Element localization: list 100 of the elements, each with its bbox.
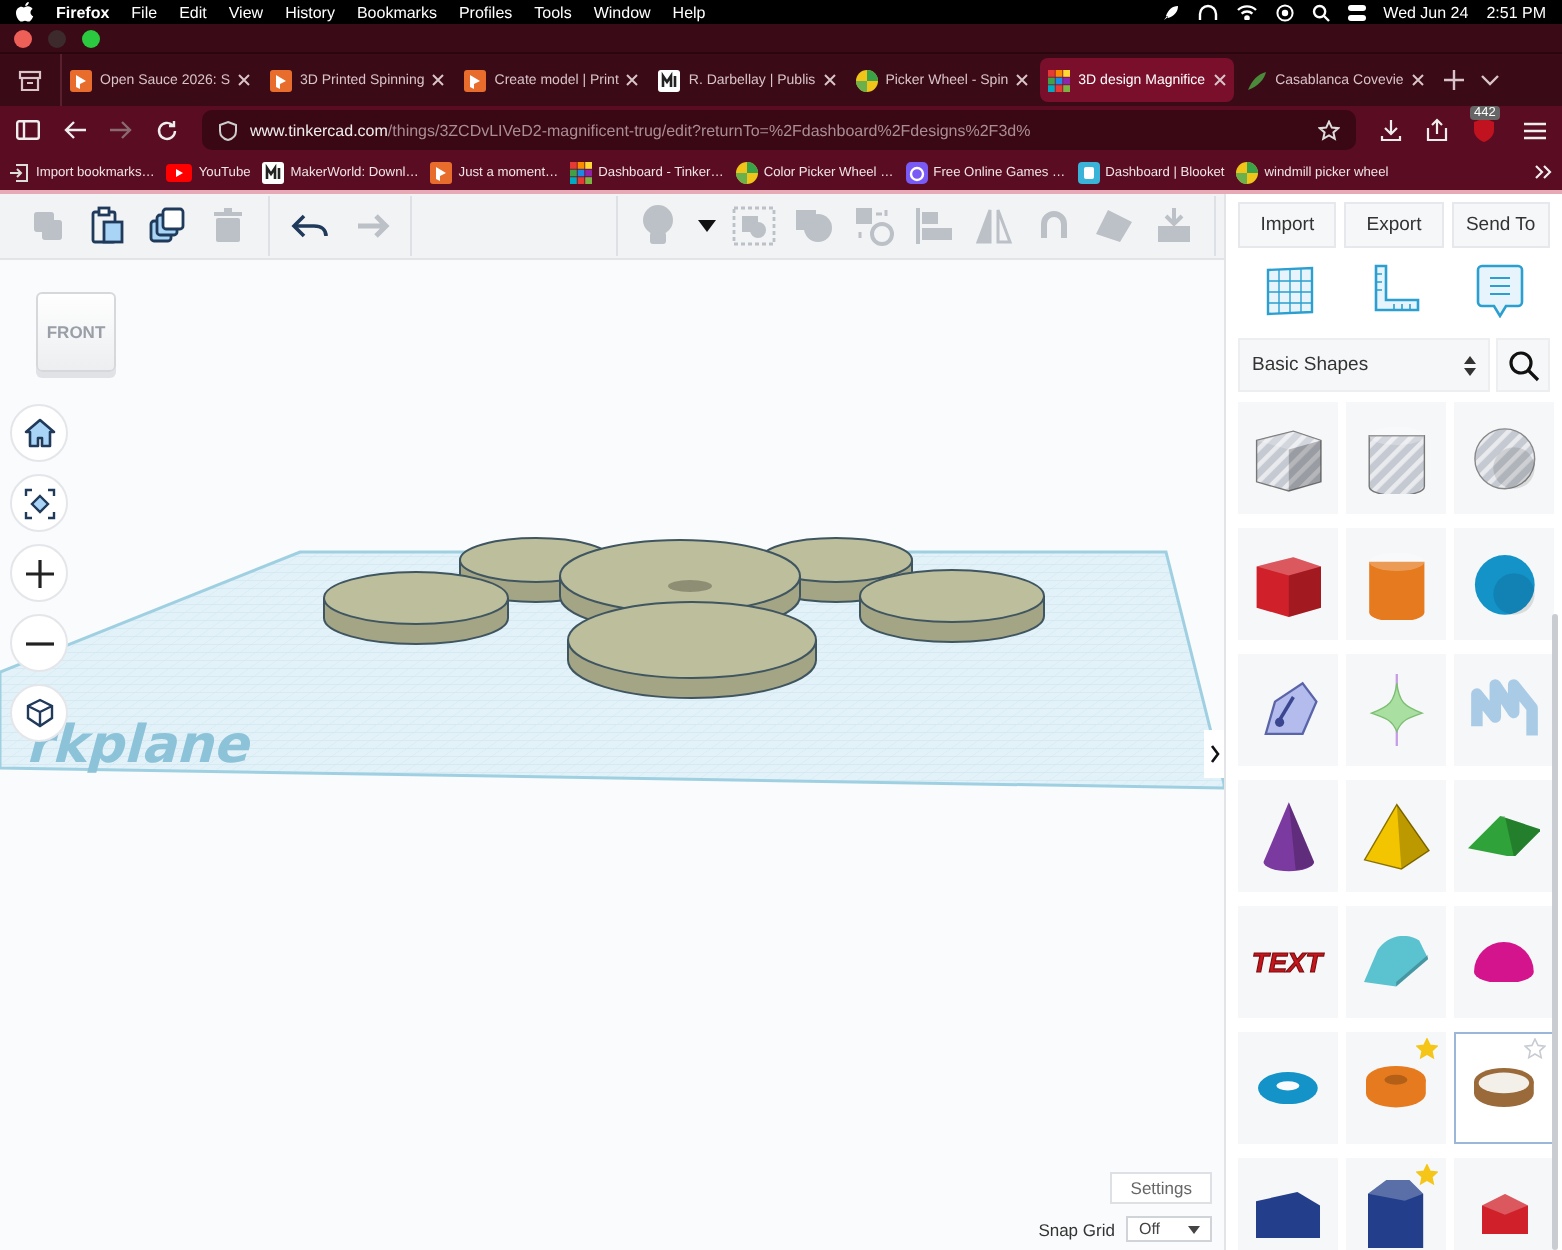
- caret-icon: [697, 220, 715, 232]
- new-tab-icon[interactable]: [1443, 70, 1464, 90]
- blooket-favicon-icon: [1077, 161, 1100, 183]
- settings-button[interactable]: Settings: [1110, 1172, 1212, 1204]
- close-tab-icon[interactable]: [626, 74, 639, 86]
- star-icon[interactable]: [1416, 1038, 1438, 1060]
- drop-icon: [1154, 206, 1194, 246]
- group-icon: [732, 206, 776, 246]
- shape-tile[interactable]: [1346, 528, 1446, 640]
- updown-icon: [1464, 355, 1476, 375]
- shield-icon: [218, 119, 238, 141]
- shape-tile[interactable]: TEXT: [1238, 906, 1338, 1018]
- shape-tile[interactable]: [1454, 402, 1554, 514]
- printables-favicon-icon: [270, 69, 292, 91]
- zoom-out-button[interactable]: [10, 614, 68, 672]
- shape-tile[interactable]: [1346, 1032, 1446, 1144]
- spinner-model[interactable]: [323, 537, 1045, 699]
- shape-tile[interactable]: [1454, 1158, 1554, 1250]
- app-menu[interactable]: Firefox: [56, 3, 110, 21]
- shape-tile[interactable]: [1454, 528, 1554, 640]
- apple-logo-icon[interactable]: [16, 2, 34, 22]
- forward-icon[interactable]: [110, 120, 132, 140]
- shape-tile[interactable]: [1454, 906, 1554, 1018]
- close-tab-icon[interactable]: [1411, 74, 1424, 86]
- close-tab-icon[interactable]: [238, 74, 250, 86]
- back-icon[interactable]: [64, 120, 86, 140]
- menu-item[interactable]: History: [285, 3, 335, 21]
- plus-icon: [25, 559, 53, 587]
- shape-library-select[interactable]: Basic Shapes: [1238, 338, 1490, 392]
- address-bar[interactable]: www.tinkercad.com/things/3ZCDvLIVeD2-magnificent-trug/edit?returnTo=%2Fdashboard%2Fdesigns%2F3d%: [202, 110, 1356, 150]
- shape-tile[interactable]: [1346, 780, 1446, 892]
- caret-icon: [1188, 1225, 1200, 1233]
- grid-view-icon[interactable]: [1264, 264, 1317, 316]
- panel-action-button[interactable]: Export: [1344, 202, 1444, 248]
- trash-icon: [212, 208, 244, 244]
- panel-action-button[interactable]: Import: [1238, 202, 1337, 248]
- menu-item[interactable]: View: [228, 3, 264, 21]
- shape-tile[interactable]: [1346, 402, 1446, 514]
- star-icon[interactable]: [1416, 1164, 1438, 1186]
- shape-tile[interactable]: [1454, 780, 1554, 892]
- chevron-down-icon[interactable]: [1479, 74, 1500, 86]
- menu-item[interactable]: Edit: [179, 3, 207, 21]
- menu-item[interactable]: Help: [672, 3, 706, 21]
- menu-item[interactable]: Bookmarks: [356, 3, 437, 21]
- note-icon[interactable]: [1475, 264, 1524, 318]
- star-icon[interactable]: [1524, 1038, 1546, 1060]
- shape-tile[interactable]: [1346, 1158, 1446, 1250]
- clock-time[interactable]: 2:51 PM: [1486, 3, 1546, 21]
- printables-favicon-icon: [430, 161, 453, 183]
- menu-icon[interactable]: [1524, 121, 1546, 139]
- shape-tile[interactable]: [1238, 1032, 1338, 1144]
- tinkercad-favicon-icon: [1048, 69, 1071, 91]
- menu-item[interactable]: Window: [593, 3, 651, 21]
- share-icon[interactable]: [1426, 118, 1448, 142]
- zoom-in-button[interactable]: [10, 544, 68, 602]
- shape-tile[interactable]: [1238, 780, 1338, 892]
- menu-item[interactable]: Profiles: [458, 3, 513, 21]
- text-shape-icon: TEXT: [1248, 942, 1328, 982]
- shape-tile[interactable]: [1238, 654, 1338, 766]
- download-icon[interactable]: [1380, 119, 1402, 141]
- close-tab-icon[interactable]: [432, 74, 445, 86]
- clock-date[interactable]: Wed Jun 24: [1383, 3, 1469, 21]
- tab-list-icon[interactable]: [18, 69, 42, 91]
- shape-tile[interactable]: [1454, 654, 1554, 766]
- menu-item[interactable]: File: [131, 3, 158, 21]
- search-icon[interactable]: [1311, 3, 1330, 21]
- shape-tile[interactable]: [1238, 402, 1338, 514]
- menu-item[interactable]: Tools: [534, 3, 572, 21]
- shield-extension-icon[interactable]: [1472, 116, 1496, 142]
- undo-icon: [290, 212, 330, 240]
- snap-grid-select[interactable]: Off: [1126, 1216, 1212, 1242]
- record-icon[interactable]: [1275, 3, 1294, 21]
- home-view-button[interactable]: [10, 404, 68, 462]
- shape-tile[interactable]: [1346, 654, 1446, 766]
- close-window-button[interactable]: [14, 29, 32, 47]
- close-tab-icon[interactable]: [1016, 74, 1029, 86]
- search-button[interactable]: [1496, 338, 1550, 392]
- reload-icon[interactable]: [156, 119, 178, 141]
- headphones-icon[interactable]: [1197, 3, 1218, 21]
- collapse-panel-button[interactable]: [1204, 730, 1224, 778]
- shape-tile[interactable]: [1454, 1032, 1554, 1144]
- shape-tile[interactable]: [1346, 906, 1446, 1018]
- fit-view-button[interactable]: [10, 474, 68, 532]
- duplicate-icon: [148, 206, 188, 246]
- panel-action-button[interactable]: Send To: [1451, 202, 1550, 248]
- control-center-icon[interactable]: [1347, 3, 1366, 21]
- close-tab-icon[interactable]: [823, 74, 836, 86]
- ruler-icon[interactable]: [1369, 264, 1422, 316]
- bulb-icon: [640, 204, 676, 248]
- more-bookmarks-icon[interactable]: [1534, 164, 1554, 180]
- shape-tile[interactable]: [1238, 1158, 1338, 1250]
- home-icon: [23, 418, 55, 448]
- wifi-icon[interactable]: [1235, 4, 1258, 20]
- close-tab-icon[interactable]: [1213, 74, 1226, 86]
- zoom-window-button[interactable]: [82, 29, 100, 47]
- sidebar-icon[interactable]: [16, 120, 40, 140]
- union-icon: [794, 208, 834, 244]
- shape-tile[interactable]: [1238, 528, 1338, 640]
- bookmark-star-icon[interactable]: [1318, 119, 1340, 141]
- wheel-favicon-icon: [735, 161, 758, 183]
